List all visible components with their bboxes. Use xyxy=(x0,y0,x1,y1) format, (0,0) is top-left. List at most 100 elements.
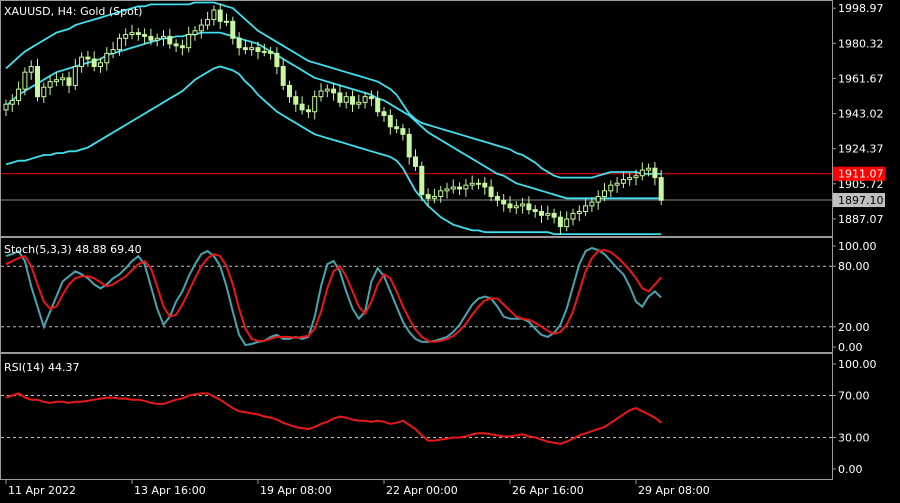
candle xyxy=(161,35,166,39)
price-tick-label: 1998.97 xyxy=(838,2,884,15)
candle xyxy=(324,88,330,92)
candle xyxy=(595,195,601,203)
candle xyxy=(608,184,614,192)
candle xyxy=(457,186,463,190)
candle xyxy=(129,32,135,36)
candle xyxy=(394,126,400,130)
candle xyxy=(419,165,425,196)
candle xyxy=(387,114,393,128)
candle xyxy=(526,203,532,211)
candle xyxy=(652,167,658,179)
candle xyxy=(450,186,456,190)
candle xyxy=(633,175,639,179)
candle xyxy=(513,205,519,209)
rsi-pane[interactable] xyxy=(0,353,833,480)
rsi-tick-label: 100.00 xyxy=(838,358,877,371)
candle xyxy=(570,212,576,220)
candle xyxy=(242,47,248,51)
candle xyxy=(639,169,645,177)
candle xyxy=(463,184,469,190)
candle xyxy=(66,77,72,86)
candle xyxy=(179,45,185,49)
chart-title: XAUUSD, H4: Gold (Spot) xyxy=(4,5,142,18)
candle xyxy=(236,37,242,49)
candle xyxy=(406,133,412,158)
rsi-tick-label: 0.00 xyxy=(838,463,863,476)
candle xyxy=(274,52,280,68)
candle xyxy=(602,190,607,197)
price-tick-label: 1924.37 xyxy=(838,143,884,156)
candle xyxy=(425,194,431,199)
candle xyxy=(646,167,652,171)
candle xyxy=(35,66,40,98)
price-tag-current-label: 1897.10 xyxy=(838,194,884,207)
candle xyxy=(564,218,570,228)
candle xyxy=(167,35,173,45)
candle xyxy=(205,18,211,26)
candle xyxy=(47,81,53,88)
time-tick-label: 11 Apr 2022 xyxy=(8,484,76,497)
candle xyxy=(620,179,626,184)
candle xyxy=(431,195,437,199)
stoch-title: Stoch(5,3,3) 48.88 69.40 xyxy=(4,243,142,256)
time-tick-label: 22 Apr 00:00 xyxy=(386,484,458,497)
candle xyxy=(488,186,494,197)
candle xyxy=(280,66,286,86)
candle xyxy=(261,50,267,53)
candle xyxy=(520,203,526,207)
candle xyxy=(116,37,122,51)
candle xyxy=(331,88,337,94)
candle xyxy=(22,71,28,90)
price-tag-red-label: 1911.07 xyxy=(838,168,884,181)
candle xyxy=(438,190,444,197)
candle xyxy=(343,96,349,103)
candle xyxy=(482,182,488,188)
candle xyxy=(91,58,97,68)
price-tick-label: 1943.02 xyxy=(838,108,884,121)
candle xyxy=(627,177,633,181)
candle xyxy=(589,201,595,207)
candle xyxy=(192,30,198,36)
candle xyxy=(60,77,66,81)
candle xyxy=(444,188,450,192)
price-tick-label: 1980.32 xyxy=(838,37,884,50)
time-tick-label: 29 Apr 08:00 xyxy=(638,484,710,497)
candle xyxy=(551,212,557,218)
candle xyxy=(123,34,129,39)
candle xyxy=(268,50,274,54)
candle xyxy=(532,209,538,213)
candle xyxy=(494,195,500,201)
candle xyxy=(368,96,374,100)
candle xyxy=(72,66,78,86)
candle xyxy=(501,199,507,205)
stoch-tick-label: 20.00 xyxy=(838,321,870,334)
candle xyxy=(211,9,217,20)
candle xyxy=(337,92,343,103)
candle xyxy=(356,101,362,105)
candle xyxy=(3,103,9,111)
candle xyxy=(350,96,355,105)
candle xyxy=(104,52,110,64)
rsi-tick-label: 70.00 xyxy=(838,390,870,403)
candle xyxy=(362,96,368,103)
candle xyxy=(9,99,15,105)
rsi-line xyxy=(5,392,662,445)
candle xyxy=(154,37,160,41)
stoch-plot xyxy=(1,246,832,347)
candle xyxy=(53,79,59,83)
price-tick-label: 1961.67 xyxy=(838,72,884,85)
rsi-title: RSI(14) 44.37 xyxy=(4,361,79,374)
chart-window[interactable]: 1998.97 1980.32 1961.67 1943.02 1924.37 1905.… xyxy=(0,0,900,500)
candle xyxy=(16,88,22,101)
stoch-tick-label: 100.00 xyxy=(838,240,877,253)
candle xyxy=(79,56,85,68)
candle xyxy=(85,56,91,60)
candle xyxy=(476,182,481,185)
time-tick-label: 13 Apr 16:00 xyxy=(134,484,206,497)
stoch-tick-label: 80.00 xyxy=(838,260,870,273)
candle xyxy=(469,182,475,186)
candle xyxy=(186,34,192,49)
candle xyxy=(305,109,311,113)
candle xyxy=(614,182,620,186)
candle xyxy=(545,212,551,216)
